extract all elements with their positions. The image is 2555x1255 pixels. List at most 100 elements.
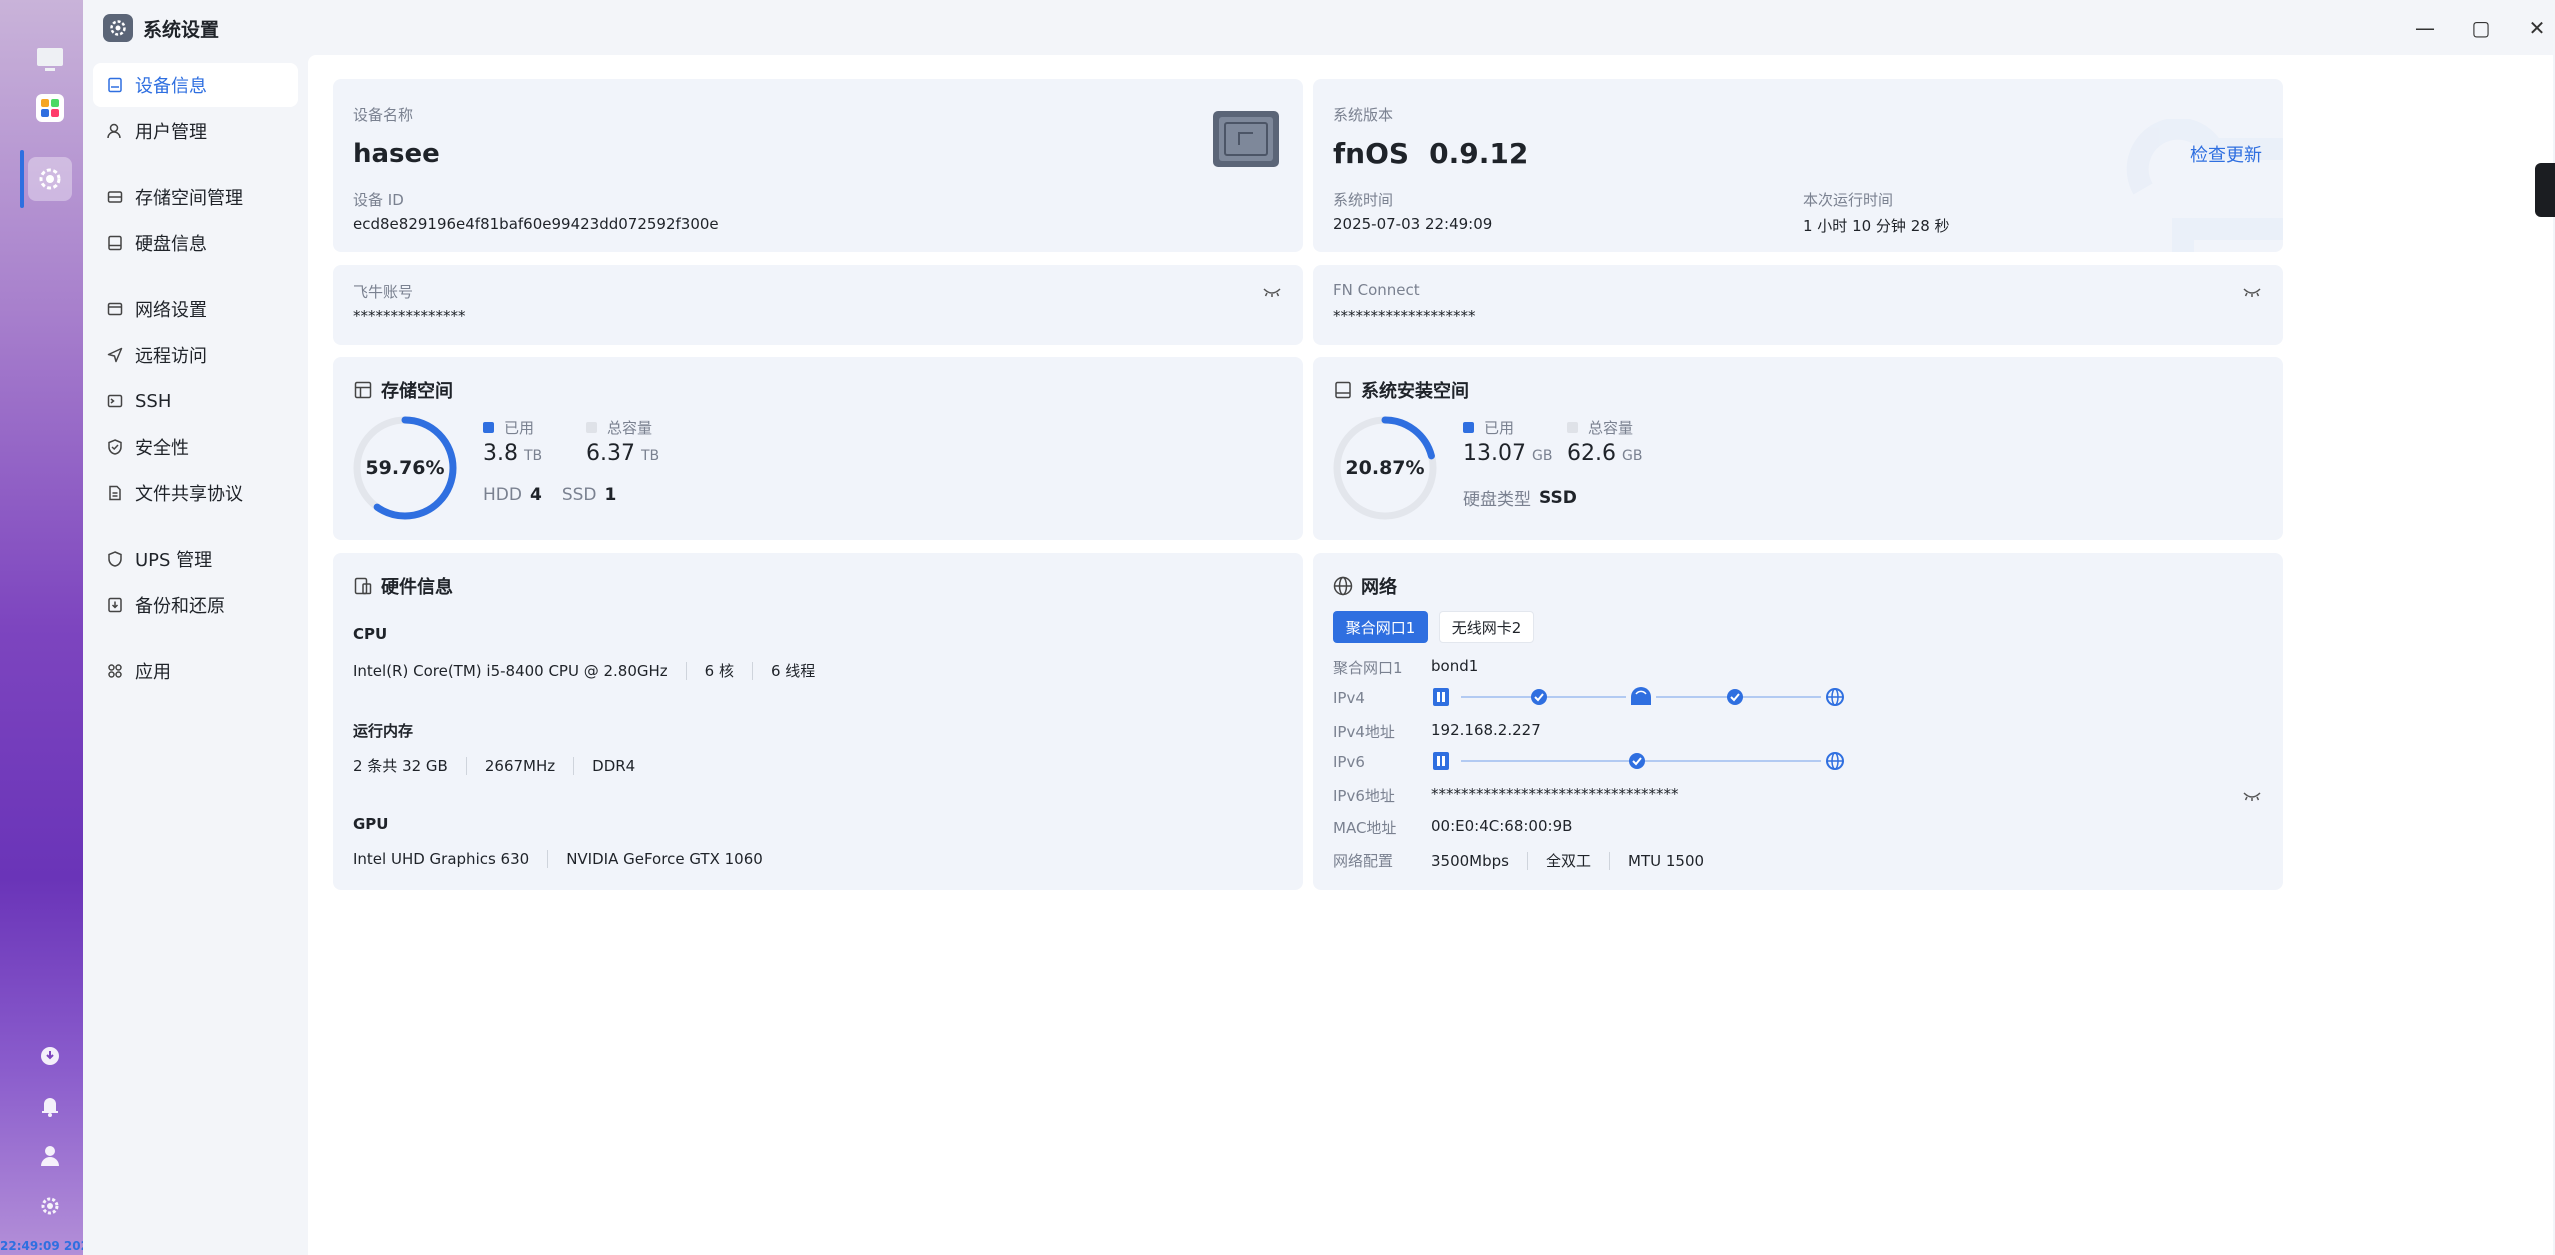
backup-icon <box>105 595 125 615</box>
total-legend-dot <box>1567 422 1578 433</box>
memory-type: DDR4 <box>592 756 636 775</box>
eye-closed-icon[interactable] <box>2243 283 2261 302</box>
storage-total: 6.37 TB <box>586 441 659 466</box>
close-button[interactable]: ✕ <box>2517 12 2555 44</box>
ipv4-address: 192.168.2.227 <box>1431 721 1541 739</box>
account-value: *************** <box>353 307 466 325</box>
window-title: 系统设置 <box>143 19 220 41</box>
bell-icon[interactable] <box>38 1094 62 1118</box>
sidebar-item-device-info[interactable]: 设备信息 <box>93 63 298 107</box>
tab-wireless2[interactable]: 无线网卡2 <box>1439 611 1534 643</box>
system-disk-card: 系统安装空间 20.87% 已用 13.07 GB 总容量 62.6 GB 硬盘… <box>1313 357 2283 540</box>
sidebar-item-label: 用户管理 <box>135 122 207 143</box>
ups-icon <box>105 549 125 569</box>
user-avatar-icon[interactable] <box>38 1144 62 1168</box>
disk-type-label: 硬盘类型 <box>1463 490 1531 510</box>
ssd-label: SSD <box>561 485 597 505</box>
nas-device-icon <box>1433 688 1449 706</box>
device-id: ecd8e829196e4f81baf60e99423dd072592f300e <box>353 215 719 233</box>
apps-icon <box>105 661 125 681</box>
update-icon[interactable] <box>38 1044 62 1068</box>
memory-size: 2 条共 32 GB <box>353 757 448 775</box>
globe-icon <box>1826 688 1844 706</box>
desktop-icon[interactable] <box>28 38 72 82</box>
edge-handle[interactable] <box>2535 163 2555 217</box>
sidebar-item-ssh[interactable]: SSH <box>93 379 298 423</box>
fn-connect-label: FN Connect <box>1333 281 1420 299</box>
globe-icon <box>1333 576 1353 596</box>
storage-title: 存储空间 <box>353 377 453 403</box>
storage-total-value: 6.37 <box>586 441 635 466</box>
disk-counts: HDD 4 SSD 1 <box>483 485 616 505</box>
storage-total-unit: TB <box>640 448 660 464</box>
sidebar-item-storage[interactable]: 存储空间管理 <box>93 175 298 219</box>
network-icon <box>105 299 125 319</box>
eye-closed-icon[interactable] <box>2243 787 2261 806</box>
sidebar-item-label: 存储空间管理 <box>135 188 243 209</box>
title-bar[interactable]: 系统设置 — ▢ ✕ <box>83 0 2555 55</box>
user-icon <box>105 121 125 141</box>
sidebar-item-file-sharing[interactable]: 文件共享协议 <box>93 471 298 515</box>
main-content: 设备名称 hasee 设备 ID ecd8e829196e4f81baf60e9… <box>308 55 2553 1255</box>
gpu-info: Intel UHD Graphics 630 NVIDIA GeForce GT… <box>353 850 763 868</box>
separator <box>1609 851 1610 870</box>
sidebar-item-label: 应用 <box>135 662 171 683</box>
system-disk-title: 系统安装空间 <box>1333 377 1469 403</box>
os-version: 0.9.12 <box>1429 137 1529 170</box>
gpu-1: Intel UHD Graphics 630 <box>353 850 530 868</box>
sidebar-item-ups[interactable]: UPS 管理 <box>93 537 298 581</box>
hardware-icon <box>353 576 373 596</box>
terminal-icon <box>105 391 125 411</box>
sidebar-item-security[interactable]: 安全性 <box>93 425 298 469</box>
app-center-icon[interactable] <box>28 86 72 130</box>
sidebar-item-label: 远程访问 <box>135 346 207 367</box>
sidebar-item-label: SSH <box>135 390 172 412</box>
check-update-link[interactable]: 检查更新 <box>2190 141 2262 167</box>
system-time-label: 系统时间 <box>1333 191 1394 209</box>
device-name: hasee <box>353 139 440 169</box>
ipv4-label: IPv4 <box>1333 689 1365 707</box>
sidebar-item-disks[interactable]: 硬盘信息 <box>93 221 298 265</box>
check-icon <box>1531 689 1547 705</box>
settings-app-icon <box>103 14 133 42</box>
separator <box>547 850 549 868</box>
system-version: fnOS 0.9.12 <box>1333 137 1528 170</box>
system-time: 2025-07-03 22:49:09 <box>1333 215 1493 233</box>
storage-used-value: 3.8 <box>483 441 518 466</box>
sidebar-item-backup[interactable]: 备份和还原 <box>93 583 298 627</box>
disk-icon <box>1333 380 1353 400</box>
sidebar-item-network[interactable]: 网络设置 <box>93 287 298 331</box>
disk-icon <box>105 233 125 253</box>
interface-label: 聚合网口1 <box>1333 659 1403 677</box>
sidebar-item-apps[interactable]: 应用 <box>93 649 298 693</box>
nas-device-icon <box>1433 752 1449 770</box>
device-card: 设备名称 hasee 设备 ID ecd8e829196e4f81baf60e9… <box>333 79 1303 252</box>
maximize-button[interactable]: ▢ <box>2461 12 2501 44</box>
fnos-watermark-icon <box>2123 117 2283 252</box>
tab-bond1[interactable]: 聚合网口1 <box>1333 611 1428 643</box>
settings-app-icon[interactable] <box>28 157 72 201</box>
storage-used-unit: TB <box>524 448 543 464</box>
sidebar-item-remote-access[interactable]: 远程访问 <box>93 333 298 377</box>
cpu-model: Intel(R) Core(TM) i5-8400 CPU @ 2.80GHz <box>353 661 668 680</box>
network-card: 网络 聚合网口1 无线网卡2 聚合网口1 bond1 IPv4 IPv4地址 1… <box>1313 553 2283 890</box>
sidebar-item-users[interactable]: 用户管理 <box>93 109 298 153</box>
used-legend-dot <box>1463 422 1474 433</box>
sidebar-item-label: 硬盘信息 <box>135 234 207 255</box>
system-version-card: 系统版本 fnOS 0.9.12 检查更新 系统时间 2025-07-03 22… <box>1313 79 2283 252</box>
ipv4-address-label: IPv4地址 <box>1333 723 1395 741</box>
minimize-button[interactable]: — <box>2405 12 2445 44</box>
file-share-icon <box>105 483 125 503</box>
gear-icon[interactable] <box>38 1194 62 1218</box>
system-disk-total-legend: 总容量 <box>1567 417 1633 438</box>
storage-used-legend: 已用 <box>483 417 534 438</box>
storage-usage-ring: 59.76% <box>351 414 459 522</box>
storage-icon <box>353 380 373 400</box>
total-legend-dot <box>586 422 597 433</box>
cpu-info: Intel(R) Core(TM) i5-8400 CPU @ 2.80GHz … <box>353 660 815 681</box>
eye-closed-icon[interactable] <box>1263 283 1281 302</box>
mac-address-label: MAC地址 <box>1333 819 1397 837</box>
device-icon <box>105 75 125 95</box>
separator <box>573 756 575 775</box>
used-label: 已用 <box>504 419 535 437</box>
